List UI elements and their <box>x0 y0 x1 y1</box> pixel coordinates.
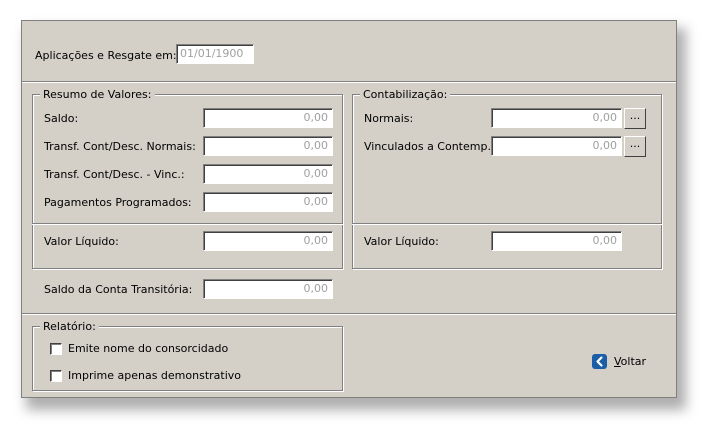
emite-nome-label[interactable]: Emite nome do consorcidado <box>68 342 228 356</box>
back-arrow-icon <box>592 354 607 369</box>
vinculados-browse-button[interactable]: ... <box>624 136 646 157</box>
pagamentos-field[interactable]: 0,00 <box>203 192 333 212</box>
transitoria-field[interactable]: 0,00 <box>203 279 333 299</box>
voltar-mnemonic: V <box>614 355 621 368</box>
normais-browse-button[interactable]: ... <box>624 108 646 129</box>
date-field[interactable]: 01/01/1900 <box>176 44 254 64</box>
top-divider <box>22 81 676 83</box>
dialog-window: Aplicações e Resgate em: 01/01/1900 Resu… <box>21 20 677 398</box>
resumo-group-title: Resumo de Valores: <box>40 88 155 102</box>
bottom-divider <box>22 313 676 315</box>
saldo-field[interactable]: 0,00 <box>203 108 333 128</box>
resumo-liquido-label: Valor Líquido: <box>44 235 119 248</box>
normais-label: Normais: <box>364 112 414 125</box>
relatorio-group-title: Relatório: <box>40 320 99 334</box>
transf-normais-field[interactable]: 0,00 <box>203 136 333 156</box>
voltar-label: Voltar <box>614 355 646 369</box>
contab-liquido-label: Valor Líquido: <box>364 235 439 248</box>
voltar-label-rest: oltar <box>620 355 647 368</box>
contab-divider <box>352 223 662 225</box>
contab-liquido-field[interactable]: 0,00 <box>491 231 622 251</box>
transf-normais-label: Transf. Cont/Desc. Normais: <box>44 140 196 153</box>
contab-group-title: Contabilização: <box>360 88 451 102</box>
transitoria-label: Saldo da Conta Transitória: <box>44 283 193 296</box>
transf-vinc-label: Transf. Cont/Desc. - Vinc.: <box>44 168 185 181</box>
pagamentos-label: Pagamentos Programados: <box>44 196 192 209</box>
date-label: Aplicações e Resgate em: <box>35 49 177 62</box>
imprime-demonstrativo-checkbox[interactable] <box>50 370 62 382</box>
transf-vinc-field[interactable]: 0,00 <box>203 164 333 184</box>
resumo-liquido-field[interactable]: 0,00 <box>203 231 333 251</box>
vinculados-field[interactable]: 0,00 <box>491 136 622 156</box>
normais-field[interactable]: 0,00 <box>491 108 622 128</box>
vinculados-label: Vinculados a Contemp.: <box>364 140 495 153</box>
voltar-button[interactable]: Voltar <box>592 353 652 371</box>
imprime-demonstrativo-label[interactable]: Imprime apenas demonstrativo <box>68 369 241 383</box>
resumo-divider <box>32 223 343 225</box>
emite-nome-checkbox[interactable] <box>50 343 62 355</box>
saldo-label: Saldo: <box>44 112 79 125</box>
